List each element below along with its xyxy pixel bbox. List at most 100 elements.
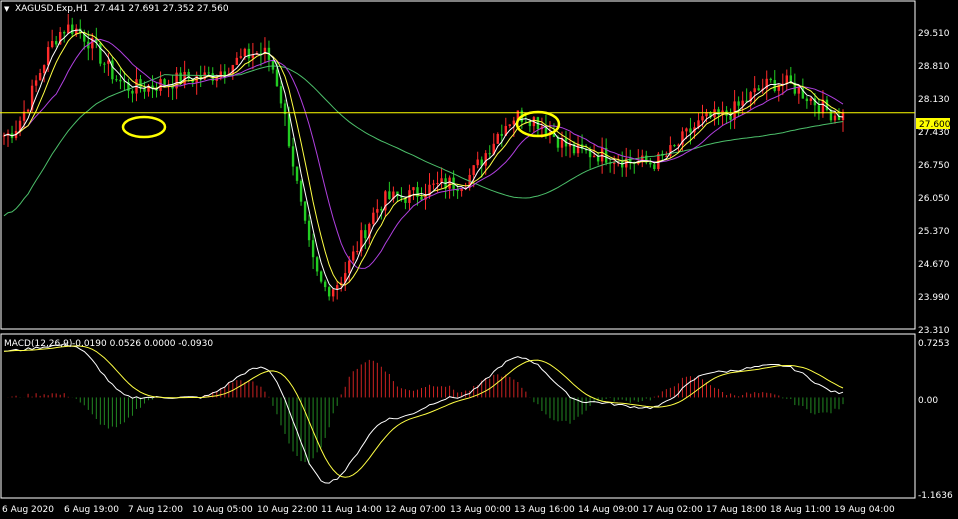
candle-body: [805, 98, 809, 102]
candle-body: [376, 209, 379, 213]
candle-body: [319, 271, 323, 282]
current-price-label: 27.600: [919, 120, 951, 130]
candle-body: [327, 287, 331, 297]
candle-body: [303, 201, 307, 221]
time-tick: 14 Aug 09:00: [578, 505, 639, 515]
candle-body: [436, 183, 439, 185]
price-chart[interactable]: ▼ XAGUSD.Exp,H1 27.441 27.691 27.352 27.…: [0, 0, 958, 519]
candle-body: [63, 31, 66, 34]
candle-body: [239, 56, 243, 58]
candle-body: [103, 63, 106, 65]
candle-body: [183, 71, 186, 84]
candle-body: [50, 41, 54, 48]
candle-body: [243, 48, 247, 57]
candle-body: [733, 101, 736, 120]
candle-body: [729, 115, 732, 120]
candle-body: [592, 155, 596, 158]
time-tick: 6 Aug 2020: [2, 505, 54, 515]
time-tick: 17 Aug 18:00: [706, 505, 767, 515]
candle-body: [500, 133, 503, 136]
candle-body: [38, 72, 42, 81]
time-tick: 13 Aug 00:00: [450, 505, 511, 515]
candle-body: [472, 165, 475, 175]
price-tick: 28.810: [918, 62, 950, 72]
candle-body: [207, 72, 210, 74]
candle-body: [685, 128, 688, 132]
time-tick: 11 Aug 14:00: [321, 505, 382, 515]
candle-body: [817, 105, 821, 114]
ohlc-label: 27.441 27.691 27.352 27.560: [94, 4, 229, 14]
candle-body: [576, 144, 580, 154]
candle-body: [769, 78, 772, 81]
candle-body: [42, 65, 46, 73]
time-tick: 10 Aug 05:00: [192, 505, 253, 515]
candle-body: [115, 79, 118, 81]
time-tick: 18 Aug 11:00: [770, 505, 831, 515]
macd-tick: 0.7253: [918, 339, 950, 349]
time-tick: 10 Aug 22:00: [257, 505, 318, 515]
candle-body: [809, 98, 813, 102]
candle-body: [352, 251, 355, 261]
candle-body: [737, 101, 740, 106]
symbol-label: XAGUSD.Exp,H1: [15, 4, 88, 14]
candle-body: [757, 88, 760, 91]
candle-body: [348, 260, 351, 274]
time-tick: 13 Aug 16:00: [514, 505, 575, 515]
candle-body: [432, 183, 435, 185]
candle-body: [649, 162, 652, 165]
candle-body: [111, 60, 114, 80]
candle-body: [275, 69, 279, 87]
candle-body: [653, 164, 656, 170]
candle-body: [448, 177, 451, 189]
candle-body: [612, 162, 616, 164]
candle-body: [26, 109, 30, 112]
price-tick: 26.750: [918, 161, 950, 171]
price-tick: 26.050: [918, 194, 950, 204]
candle-body: [420, 196, 423, 200]
candle-body: [512, 120, 516, 125]
price-tick: 23.310: [918, 326, 950, 336]
candle-body: [484, 153, 487, 166]
candle-body: [356, 251, 359, 253]
candle-body: [291, 146, 295, 167]
candle-body: [159, 79, 162, 91]
candle-body: [476, 159, 479, 166]
candle-body: [528, 121, 532, 127]
candle-body: [364, 230, 367, 239]
candle-body: [773, 80, 776, 91]
candle-body: [600, 147, 604, 162]
candle-body: [588, 150, 592, 158]
candle-body: [621, 161, 624, 168]
candle-body: [673, 145, 676, 147]
candle-body: [279, 86, 283, 104]
candle-body: [71, 24, 74, 35]
candle-body: [412, 187, 415, 191]
price-tick: 24.670: [918, 260, 950, 270]
header-caret[interactable]: ▼: [4, 5, 10, 13]
candle-body: [701, 116, 704, 121]
candle-body: [119, 79, 122, 82]
price-tick: 28.130: [918, 95, 950, 105]
macd-label: MACD(12,26,9): [4, 339, 72, 349]
candle-body: [488, 153, 491, 155]
candle-body: [372, 212, 375, 224]
candle-body: [335, 285, 339, 290]
candle-body: [315, 257, 319, 272]
candle-body: [496, 133, 499, 144]
candle-body: [380, 209, 383, 211]
price-tick: 29.510: [918, 29, 950, 39]
candle-body: [331, 289, 335, 297]
candle-body: [251, 54, 255, 59]
candle-body: [460, 189, 463, 192]
candle-body: [753, 88, 756, 93]
candle-body: [307, 220, 311, 241]
price-tick: 25.370: [918, 227, 950, 237]
time-tick: 12 Aug 07:00: [385, 505, 446, 515]
candle-body: [131, 90, 134, 94]
candle-body: [323, 281, 327, 288]
candle-body: [223, 71, 226, 76]
price-tick: 23.990: [918, 293, 950, 303]
candle-body: [107, 60, 110, 64]
candle-body: [271, 59, 275, 70]
candle-body: [717, 109, 720, 116]
